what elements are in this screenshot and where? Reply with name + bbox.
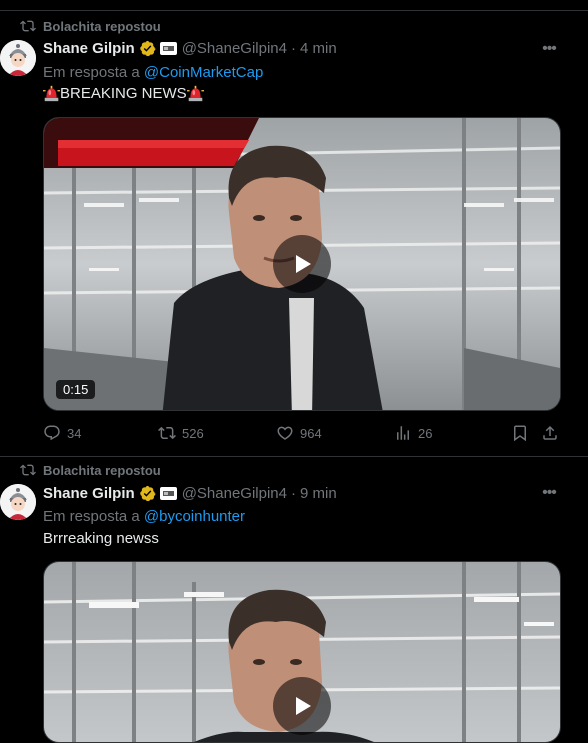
play-icon: [296, 255, 311, 273]
verified-badge-icon: [139, 40, 156, 56]
tweet-text: Brrreaking newss: [43, 530, 159, 547]
tweet-text: BREAKING NEWS: [60, 85, 187, 102]
author-handle[interactable]: @ShaneGilpin4: [182, 485, 287, 502]
bookmark-button[interactable]: [511, 423, 535, 443]
tweet[interactable]: Bolachita repostou Shane Gilpin @ShaneGi…: [0, 0, 588, 457]
play-button[interactable]: [273, 677, 331, 735]
tweet-text-row: Brrreaking newss: [43, 530, 159, 547]
tweet-actions: 34 526 964 26: [43, 423, 559, 443]
police-light-icon: [186, 85, 204, 102]
author-name[interactable]: Shane Gilpin: [43, 40, 135, 57]
video-duration: 0:15: [56, 380, 96, 399]
timestamp[interactable]: 9 min: [300, 485, 337, 502]
timestamp[interactable]: 4 min: [300, 40, 337, 57]
reply-count: 34: [67, 425, 82, 441]
reply-prefix: Em resposta a: [43, 64, 140, 81]
verified-badge-icon: [139, 485, 156, 501]
video-player[interactable]: 0:15: [43, 117, 561, 411]
like-button[interactable]: 964: [276, 423, 322, 443]
like-count: 964: [300, 425, 322, 441]
repost-count: 526: [182, 425, 204, 441]
separator-dot: ·: [290, 484, 296, 502]
reply-icon: [44, 425, 60, 441]
author-handle[interactable]: @ShaneGilpin4: [182, 40, 287, 57]
reply-context: Em resposta a @CoinMarketCap: [43, 64, 263, 81]
reply-context: Em resposta a @bycoinhunter: [43, 508, 245, 525]
affiliate-badge-icon[interactable]: [159, 486, 177, 500]
separator-dot: ·: [290, 39, 296, 57]
view-count: 26: [418, 425, 433, 441]
repost-label: Bolachita repostou: [43, 18, 161, 34]
reply-prefix: Em resposta a: [43, 508, 140, 525]
play-icon: [296, 697, 311, 715]
repost-indicator[interactable]: Bolachita repostou: [20, 17, 161, 35]
repost-label: Bolachita repostou: [43, 462, 161, 478]
repost-icon: [20, 20, 36, 32]
repost-button[interactable]: 526: [158, 423, 204, 443]
repost-icon: [20, 464, 36, 476]
share-icon: [543, 425, 557, 440]
reply-button[interactable]: 34: [43, 423, 81, 443]
tweet-text-row: BREAKING NEWS: [43, 85, 204, 102]
reply-to-link[interactable]: @CoinMarketCap: [144, 64, 263, 81]
more-icon[interactable]: •••: [540, 40, 558, 58]
views-button[interactable]: 26: [394, 423, 432, 443]
more-icon[interactable]: •••: [540, 484, 558, 502]
affiliate-badge-icon[interactable]: [159, 41, 177, 55]
repost-indicator[interactable]: Bolachita repostou: [20, 461, 161, 479]
tweet-header: Shane Gilpin @ShaneGilpin4 · 4 min: [43, 38, 337, 58]
tweet-header: Shane Gilpin @ShaneGilpin4 · 9 min: [43, 483, 337, 503]
police-light-icon: [43, 85, 60, 102]
play-button[interactable]: [273, 235, 331, 293]
reply-to-link[interactable]: @bycoinhunter: [144, 508, 245, 525]
video-player[interactable]: [43, 561, 561, 743]
share-button[interactable]: [541, 423, 565, 443]
avatar[interactable]: [0, 484, 36, 520]
views-icon: [397, 426, 409, 440]
repost-icon: [158, 426, 176, 440]
heart-icon: [277, 426, 293, 440]
avatar[interactable]: [0, 40, 36, 76]
bookmark-icon: [514, 425, 526, 442]
author-name[interactable]: Shane Gilpin: [43, 485, 135, 502]
